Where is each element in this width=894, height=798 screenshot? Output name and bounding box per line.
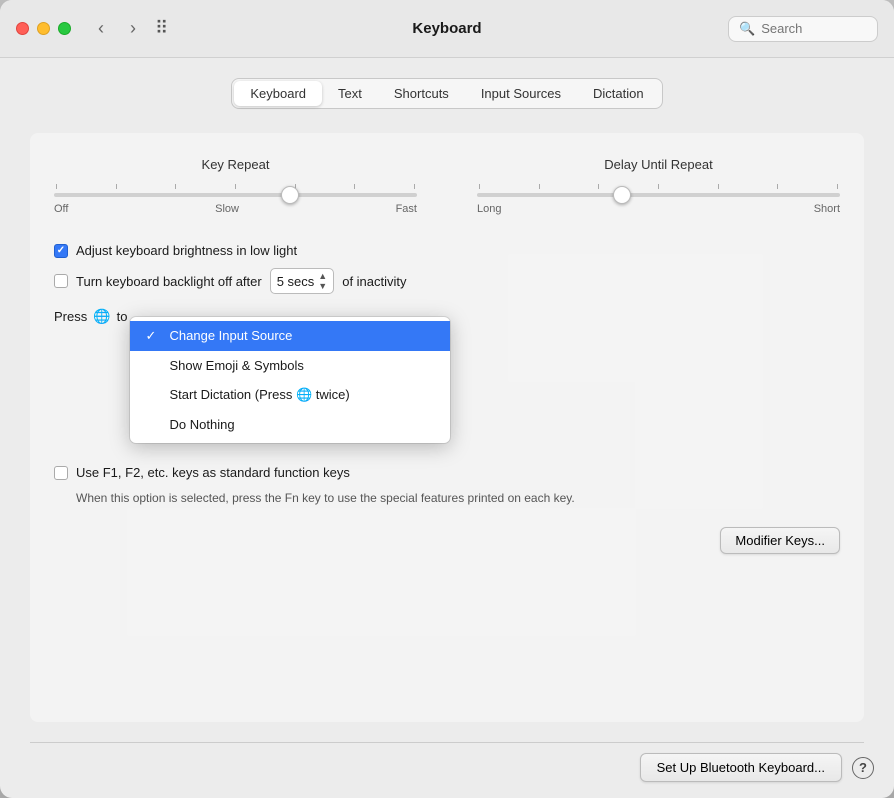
delay-repeat-ticks — [477, 184, 840, 189]
delay-repeat-thumb[interactable] — [613, 186, 631, 204]
key-repeat-fast-label: Fast — [396, 203, 417, 215]
sliders-row: Key Repeat — [54, 157, 840, 215]
app-grid-icon[interactable]: ⠿ — [155, 18, 168, 39]
f1-note: When this option is selected, press the … — [54, 490, 840, 507]
settings-panel: Key Repeat — [30, 133, 864, 722]
stepper-arrows[interactable]: ▲ ▼ — [318, 271, 327, 291]
titlebar: ‹ › ⠿ Keyboard 🔍 — [0, 0, 894, 58]
dropdown-item-start-dictation[interactable]: Start Dictation (Press 🌐 twice) — [130, 380, 450, 410]
f1-row: Use F1, F2, etc. keys as standard functi… — [54, 465, 840, 480]
backlight-checkbox[interactable] — [54, 274, 68, 288]
backlight-stepper[interactable]: 5 secs ▲ ▼ — [270, 268, 335, 294]
nav-buttons: ‹ › — [87, 15, 147, 43]
dropdown-item-label: Do Nothing — [170, 417, 235, 432]
dropdown-item-label: Show Emoji & Symbols — [170, 358, 304, 373]
bluetooth-keyboard-button[interactable]: Set Up Bluetooth Keyboard... — [640, 753, 842, 782]
press-suffix: to — [117, 309, 128, 324]
tick — [539, 184, 540, 189]
f1-label: Use F1, F2, etc. keys as standard functi… — [76, 465, 350, 480]
tab-keyboard[interactable]: Keyboard — [234, 81, 322, 106]
backlight-prefix: Turn keyboard backlight off after — [76, 274, 262, 289]
key-repeat-slow-label: Slow — [215, 203, 239, 215]
backlight-row: Turn keyboard backlight off after 5 secs… — [54, 268, 840, 294]
key-repeat-off-label: Off — [54, 203, 68, 215]
tick — [837, 184, 838, 189]
stepper-value: 5 secs — [277, 274, 315, 289]
globe-icon: 🌐 — [93, 308, 110, 325]
footer: Set Up Bluetooth Keyboard... ? — [0, 743, 894, 798]
dropdown-item-label: Change Input Source — [170, 328, 293, 343]
tab-input-sources[interactable]: Input Sources — [465, 81, 577, 106]
tick — [598, 184, 599, 189]
tick — [658, 184, 659, 189]
delay-repeat-slider[interactable] — [477, 193, 840, 197]
minimize-button[interactable] — [37, 22, 50, 35]
tick — [718, 184, 719, 189]
traffic-lights — [16, 22, 71, 35]
tick — [235, 184, 236, 189]
tab-dictation[interactable]: Dictation — [577, 81, 660, 106]
forward-button[interactable]: › — [119, 15, 147, 43]
delay-repeat-group: Delay Until Repeat — [477, 157, 840, 215]
stepper-down-icon[interactable]: ▼ — [318, 281, 327, 291]
close-button[interactable] — [16, 22, 29, 35]
modifier-keys-button[interactable]: Modifier Keys... — [720, 527, 840, 554]
delay-repeat-label: Delay Until Repeat — [604, 157, 712, 172]
tab-container: Keyboard Text Shortcuts Input Sources Di… — [231, 78, 662, 109]
key-repeat-track-container — [54, 184, 417, 197]
tick — [175, 184, 176, 189]
tick — [777, 184, 778, 189]
delay-short-label: Short — [814, 203, 840, 215]
brightness-label: Adjust keyboard brightness in low light — [76, 243, 297, 258]
search-box[interactable]: 🔍 — [728, 16, 878, 42]
delay-repeat-sublabels: Long Short — [477, 203, 840, 215]
f1-checkbox[interactable] — [54, 466, 68, 480]
key-repeat-slider[interactable] — [54, 193, 417, 197]
press-prefix: Press — [54, 309, 87, 324]
maximize-button[interactable] — [58, 22, 71, 35]
key-repeat-label: Key Repeat — [202, 157, 270, 172]
content-area: Keyboard Text Shortcuts Input Sources Di… — [0, 58, 894, 742]
dropdown-item-show-emoji[interactable]: Show Emoji & Symbols — [130, 351, 450, 380]
brightness-checkbox[interactable] — [54, 244, 68, 258]
brightness-row: Adjust keyboard brightness in low light — [54, 243, 840, 258]
key-repeat-ticks — [54, 184, 417, 189]
check-icon: ✓ — [146, 328, 162, 344]
tab-bar: Keyboard Text Shortcuts Input Sources Di… — [30, 78, 864, 109]
tab-shortcuts[interactable]: Shortcuts — [378, 81, 465, 106]
key-repeat-sublabels: Off Slow Fast — [54, 203, 417, 215]
main-window: ‹ › ⠿ Keyboard 🔍 Keyboard Text Shortcuts… — [0, 0, 894, 798]
dropdown-menu: ✓ Change Input Source Show Emoji & Symbo… — [130, 317, 450, 443]
delay-repeat-track-container — [477, 184, 840, 197]
dropdown-item-label: Start Dictation (Press 🌐 twice) — [170, 387, 350, 403]
help-button[interactable]: ? — [852, 757, 874, 779]
search-input[interactable] — [761, 21, 867, 36]
window-title: Keyboard — [412, 20, 481, 37]
key-repeat-thumb[interactable] — [281, 186, 299, 204]
tick — [354, 184, 355, 189]
tick — [479, 184, 480, 189]
key-repeat-group: Key Repeat — [54, 157, 417, 215]
dropdown-item-change-input[interactable]: ✓ Change Input Source — [130, 321, 450, 351]
press-globe-row: Press 🌐 to ✓ Change Input Source Show Em… — [54, 308, 840, 325]
dropdown-item-do-nothing[interactable]: Do Nothing — [130, 410, 450, 439]
backlight-suffix: of inactivity — [342, 274, 406, 289]
tick — [116, 184, 117, 189]
delay-long-label: Long — [477, 203, 501, 215]
tick — [56, 184, 57, 189]
tab-text[interactable]: Text — [322, 81, 378, 106]
stepper-up-icon[interactable]: ▲ — [318, 271, 327, 281]
back-button[interactable]: ‹ — [87, 15, 115, 43]
tick — [414, 184, 415, 189]
search-icon: 🔍 — [739, 21, 755, 37]
